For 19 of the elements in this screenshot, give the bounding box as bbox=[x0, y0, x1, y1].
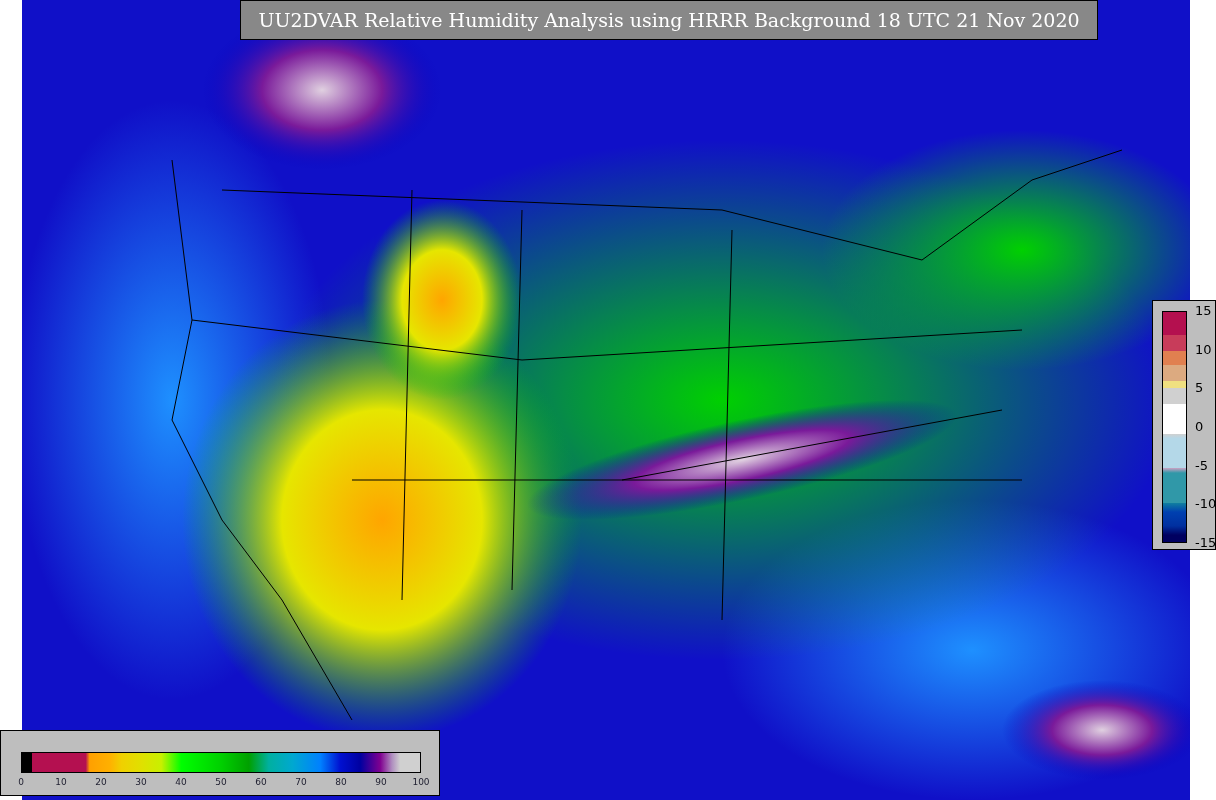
tick-label: 50 bbox=[215, 777, 227, 787]
tick-label: -10 bbox=[1195, 497, 1216, 512]
tick-label: 0 bbox=[1195, 420, 1204, 434]
tick-label: 20 bbox=[95, 777, 107, 787]
map-title: UU2DVAR Relative Humidity Analysis using HRRR Background 18 UTC 21 Nov 2020 bbox=[240, 0, 1098, 40]
tick-label: 60 bbox=[255, 777, 267, 787]
tick-label: 80 bbox=[335, 777, 347, 787]
tick-label: -5 bbox=[1195, 458, 1208, 473]
tick-label: 15 bbox=[1195, 304, 1212, 318]
tick-label: 40 bbox=[175, 777, 187, 787]
tick-label: 70 bbox=[295, 777, 307, 787]
tick-label: 0 bbox=[18, 777, 24, 787]
tick-label: 90 bbox=[375, 777, 387, 787]
tick-label: -15 bbox=[1195, 536, 1216, 550]
tick-label: 5 bbox=[1195, 381, 1204, 396]
tick-label: 10 bbox=[1195, 342, 1212, 357]
tick-label: 30 bbox=[135, 777, 147, 787]
tick-label: 10 bbox=[55, 777, 67, 787]
tick-label: 100 bbox=[412, 777, 430, 787]
